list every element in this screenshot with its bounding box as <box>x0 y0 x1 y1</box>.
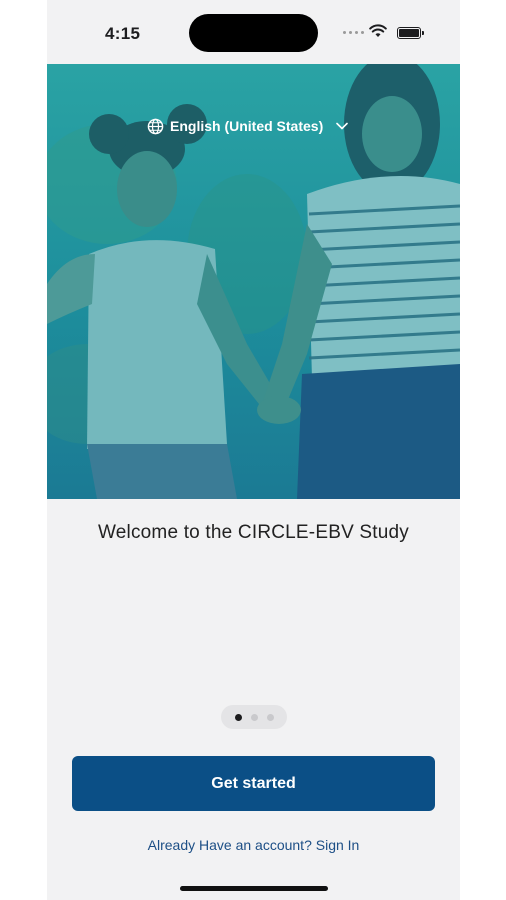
status-bar: 4:15 <box>47 0 460 64</box>
page-dot-1[interactable] <box>234 713 242 721</box>
status-time: 4:15 <box>105 24 141 43</box>
language-label: English (United States) <box>170 118 324 134</box>
home-indicator[interactable] <box>180 886 328 891</box>
page-dot-2[interactable] <box>250 713 258 721</box>
get-started-button[interactable]: Get started <box>72 756 435 811</box>
chevron-down-icon <box>336 122 349 130</box>
welcome-title: Welcome to the CIRCLE-EBV Study <box>97 522 410 543</box>
page-dot-3[interactable] <box>266 713 274 721</box>
globe-icon <box>147 118 164 134</box>
cellular-signal-icon <box>343 31 364 34</box>
language-selector[interactable]: English (United States) <box>147 114 349 138</box>
sign-in-link[interactable]: Already Have an account? Sign In <box>47 837 460 853</box>
battery-icon <box>397 27 424 39</box>
wifi-icon <box>369 24 387 37</box>
dynamic-island <box>189 14 318 52</box>
phone-screen: 4:15 English (United States) Welcome to … <box>47 0 460 900</box>
hero-image: English (United States) <box>47 64 460 499</box>
page-indicator[interactable] <box>221 705 287 729</box>
